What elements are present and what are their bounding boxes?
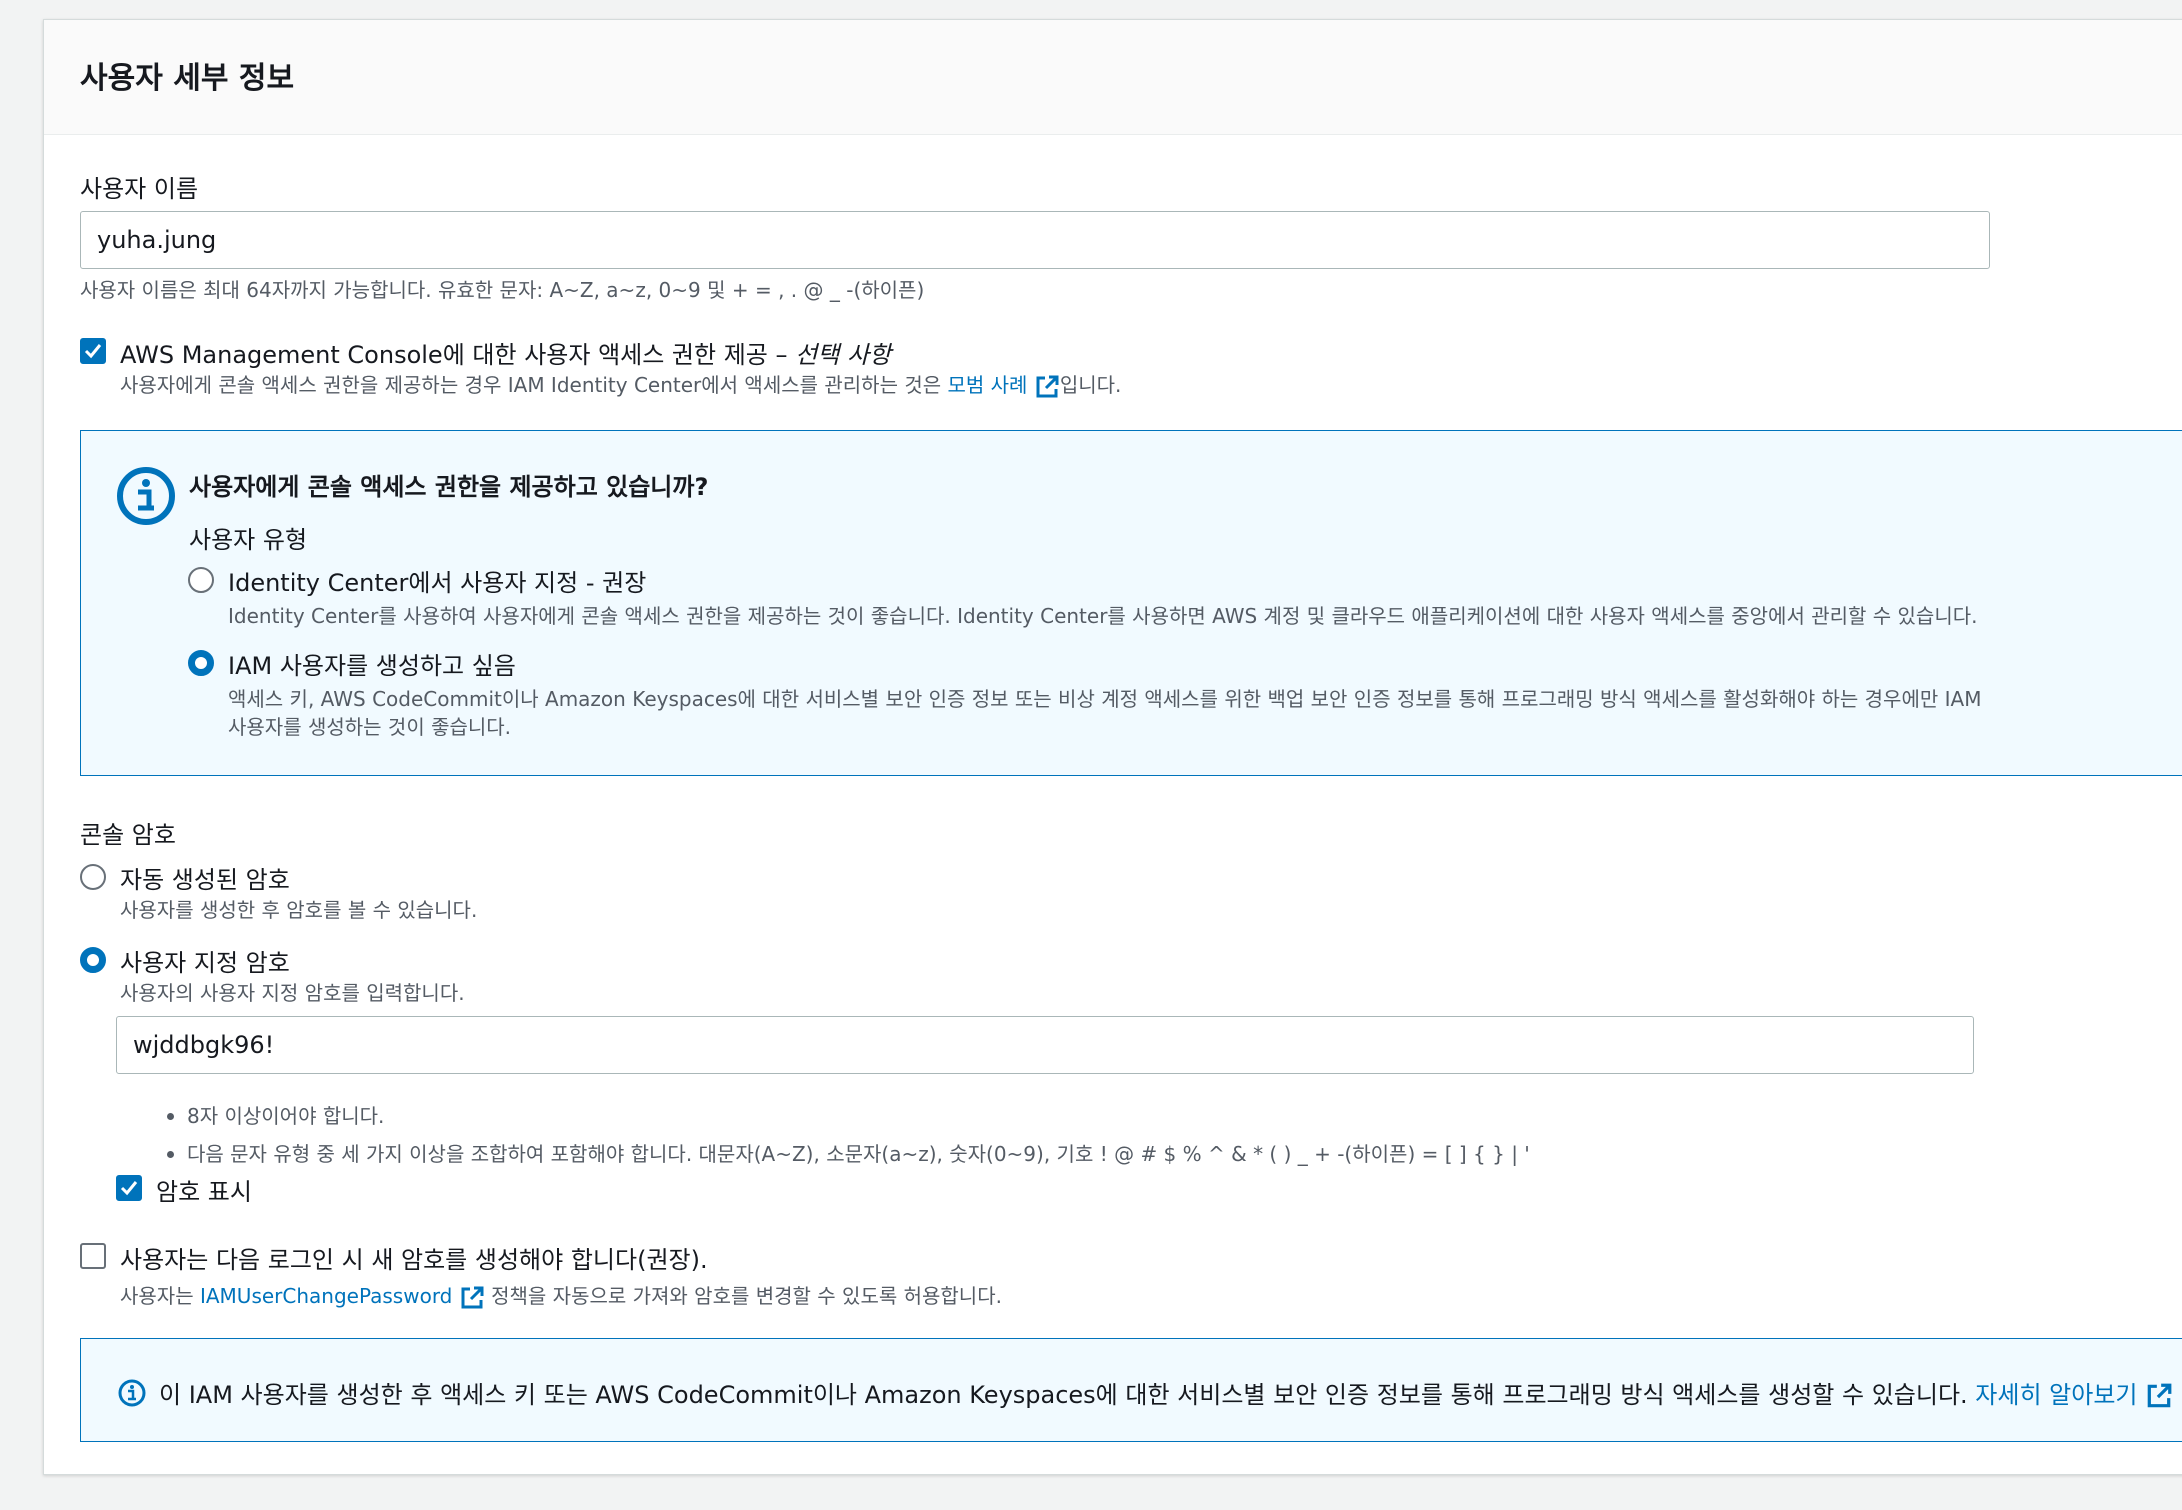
auto-password-label[interactable]: 자동 생성된 암호 [120, 860, 290, 895]
password-rule-item: 8자 이상이어야 합니다. [167, 1102, 1530, 1140]
info-icon [117, 467, 175, 525]
programmatic-access-info-text: 이 IAM 사용자를 생성한 후 액세스 키 또는 AWS CodeCommit… [159, 1375, 2173, 1410]
username-label: 사용자 이름 [80, 175, 199, 203]
user-type-label: 사용자 유형 [189, 526, 308, 554]
iam-user-change-password-link[interactable]: IAMUserChangePassword [200, 1284, 452, 1308]
learn-more-link[interactable]: 자세히 알아보기 [1975, 1381, 2137, 1409]
console-access-desc-text: 사용자에게 콘솔 액세스 권한을 제공하는 경우 IAM Identity Ce… [120, 373, 948, 397]
console-access-label: AWS Management Console에 대한 사용자 액세스 권한 제공… [120, 335, 891, 370]
auto-password-desc: 사용자를 생성한 후 암호를 볼 수 있습니다. [120, 898, 478, 922]
reset-password-checkbox[interactable] [80, 1243, 106, 1269]
console-password-label: 콘솔 암호 [80, 821, 176, 849]
user-details-panel: 사용자 세부 정보 사용자 이름 yuha.jung 사용자 이름은 최대 64… [43, 19, 2182, 1475]
iam-user-option-desc-line2: 사용자를 생성하는 것이 좋습니다. [228, 715, 512, 739]
password-rules-list: 8자 이상이어야 합니다. 다음 문자 유형 중 세 가지 이상을 조합하여 포… [167, 1102, 1530, 1178]
external-link-icon[interactable] [459, 1285, 485, 1311]
programmatic-access-info: 이 IAM 사용자를 생성한 후 액세스 키 또는 AWS CodeCommit… [80, 1338, 2182, 1442]
programmatic-access-text: 이 IAM 사용자를 생성한 후 액세스 키 또는 AWS CodeCommit… [159, 1381, 1976, 1409]
console-access-desc-after: 입니다. [1059, 373, 1122, 397]
section-title: 사용자 세부 정보 [80, 61, 295, 96]
info-panel-title: 사용자에게 콘솔 액세스 권한을 제공하고 있습니까? [189, 473, 709, 501]
custom-password-radio[interactable] [80, 947, 106, 973]
checkmark-icon [120, 1181, 138, 1196]
console-access-label-main: AWS Management Console에 대한 사용자 액세스 권한 제공… [120, 341, 796, 369]
best-practice-link[interactable]: 모범 사례 [948, 373, 1028, 397]
password-rule-item: 다음 문자 유형 중 세 가지 이상을 조합하여 포함해야 합니다. 대문자(A… [167, 1140, 1530, 1178]
iam-user-option-desc-line1: 액세스 키, AWS CodeCommit이나 Amazon Keyspaces… [228, 687, 1982, 711]
password-input[interactable]: wjddbgk96! [116, 1016, 1974, 1074]
console-access-checkbox[interactable] [80, 338, 106, 364]
external-link-icon[interactable] [2145, 1382, 2173, 1410]
reset-password-desc-after: 정책을 자동으로 가져와 암호를 변경할 수 있도록 허용합니다. [484, 1284, 1002, 1308]
custom-password-label[interactable]: 사용자 지정 암호 [120, 943, 290, 978]
username-input[interactable]: yuha.jung [80, 211, 1990, 269]
iam-user-radio[interactable] [188, 650, 214, 676]
username-hint: 사용자 이름은 최대 64자까지 가능합니다. 유효한 문자: A~Z, a~z… [80, 278, 925, 302]
external-link-icon[interactable] [1034, 374, 1060, 400]
reset-password-desc-text: 사용자는 [120, 1284, 200, 1308]
custom-password-desc: 사용자의 사용자 지정 암호를 입력합니다. [120, 981, 465, 1005]
show-password-checkbox[interactable] [116, 1175, 142, 1201]
checkmark-icon [84, 344, 102, 359]
console-access-info-panel: 사용자에게 콘솔 액세스 권한을 제공하고 있습니까? 사용자 유형 Ident… [80, 430, 2182, 776]
iam-user-option-label[interactable]: IAM 사용자를 생성하고 싶음 [228, 646, 516, 681]
console-access-description: 사용자에게 콘솔 액세스 권한을 제공하는 경우 IAM Identity Ce… [120, 371, 1121, 400]
panel-header: 사용자 세부 정보 [44, 20, 2182, 135]
reset-password-description: 사용자는 IAMUserChangePassword 정책을 자동으로 가져와 … [120, 1282, 1002, 1311]
show-password-label[interactable]: 암호 표시 [156, 1172, 252, 1207]
identity-center-radio[interactable] [188, 567, 214, 593]
identity-center-option-desc: Identity Center를 사용하여 사용자에게 콘솔 액세스 권한을 제… [228, 604, 1978, 628]
info-icon [118, 1379, 146, 1407]
identity-center-option-label[interactable]: Identity Center에서 사용자 지정 - 권장 [228, 563, 646, 598]
console-access-label-optional: 선택 사항 [795, 341, 892, 369]
auto-password-radio[interactable] [80, 864, 106, 890]
reset-password-label[interactable]: 사용자는 다음 로그인 시 새 암호를 생성해야 합니다(권장). [120, 1240, 708, 1275]
